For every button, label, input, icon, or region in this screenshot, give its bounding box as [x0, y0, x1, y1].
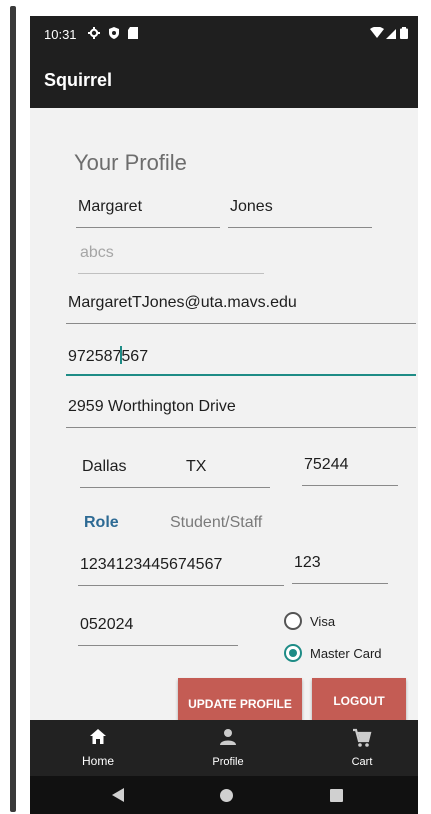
radio-button[interactable] [284, 644, 302, 662]
nav-label-cart: Cart [351, 756, 373, 768]
address-field[interactable]: 2959 Worthington Drive [66, 398, 416, 428]
phone-value: 972587567 [68, 346, 148, 366]
nav-item-home[interactable]: Home [58, 720, 138, 776]
last-name-value: Jones [230, 198, 273, 215]
device-frame: 10:31 Squirrel Your Profile Margaret Jon… [0, 0, 431, 814]
status-bar: 10:31 [30, 16, 418, 52]
shield-icon [109, 27, 119, 39]
expiry-value: 052024 [80, 616, 134, 633]
page-title: Your Profile [74, 150, 187, 175]
sd-card-icon [128, 27, 138, 39]
nav-item-profile[interactable]: Profile [188, 720, 268, 776]
app-title: Squirrel [44, 70, 113, 90]
radio-visa-label: Visa [310, 614, 336, 629]
phone-value-end: 567 [121, 348, 149, 365]
battery-icon [400, 27, 408, 39]
phone-screen: 10:31 Squirrel Your Profile Margaret Jon… [30, 16, 418, 814]
state-field[interactable]: TX [184, 458, 270, 488]
nav-item-cart[interactable]: Cart [322, 720, 402, 776]
device-bezel-right [417, 0, 431, 814]
settings-icon [88, 27, 100, 39]
email-value: MargaretTJones@uta.mavs.edu [68, 294, 297, 311]
profile-form: Your Profile Margaret Jones abcs Margare… [30, 108, 418, 730]
app-bar: Squirrel [30, 52, 418, 108]
signal-icon [386, 29, 396, 39]
email-field[interactable]: MargaretTJones@uta.mavs.edu [66, 294, 416, 324]
system-navigation-bar [30, 776, 418, 814]
card-number-value: 1234123445674567 [80, 556, 223, 573]
radio-master-card-label: Master Card [310, 646, 382, 661]
zip-value: 75244 [304, 456, 349, 473]
city-value: Dallas [82, 458, 127, 475]
address-value: 2959 Worthington Drive [68, 398, 236, 415]
cvv-field[interactable]: 123 [292, 554, 388, 584]
role-value: Student/Staff [170, 514, 263, 531]
recent-apps-icon[interactable] [330, 789, 343, 802]
phone-value-start: 972587 [68, 348, 122, 365]
expiry-field[interactable]: 052024 [78, 616, 238, 646]
first-name-value: Margaret [78, 198, 143, 215]
card-number-field[interactable]: 1234123445674567 [78, 556, 284, 586]
person-icon [220, 729, 236, 745]
middle-name-placeholder: abcs [80, 244, 114, 261]
radio-button[interactable] [284, 612, 302, 630]
home-icon [90, 729, 106, 744]
cvv-value: 123 [294, 554, 321, 571]
nav-label-profile: Profile [212, 756, 244, 768]
home-circle-icon[interactable] [220, 789, 233, 802]
nav-label-home: Home [81, 754, 114, 768]
bottom-navigation: Home Profile Cart [30, 720, 418, 776]
cart-icon [353, 728, 372, 747]
last-name-field[interactable]: Jones [228, 198, 372, 228]
role-label: Role [84, 514, 119, 531]
middle-name-field[interactable]: abcs [78, 244, 264, 274]
state-value: TX [186, 458, 207, 475]
status-time: 10:31 [44, 27, 77, 42]
city-field[interactable]: Dallas [80, 458, 184, 488]
back-icon[interactable] [112, 788, 124, 802]
phone-field[interactable]: 972587567 [66, 346, 416, 376]
wifi-icon [370, 27, 384, 38]
first-name-field[interactable]: Margaret [76, 198, 220, 228]
device-bezel [0, 0, 26, 814]
zip-field[interactable]: 75244 [302, 456, 398, 486]
